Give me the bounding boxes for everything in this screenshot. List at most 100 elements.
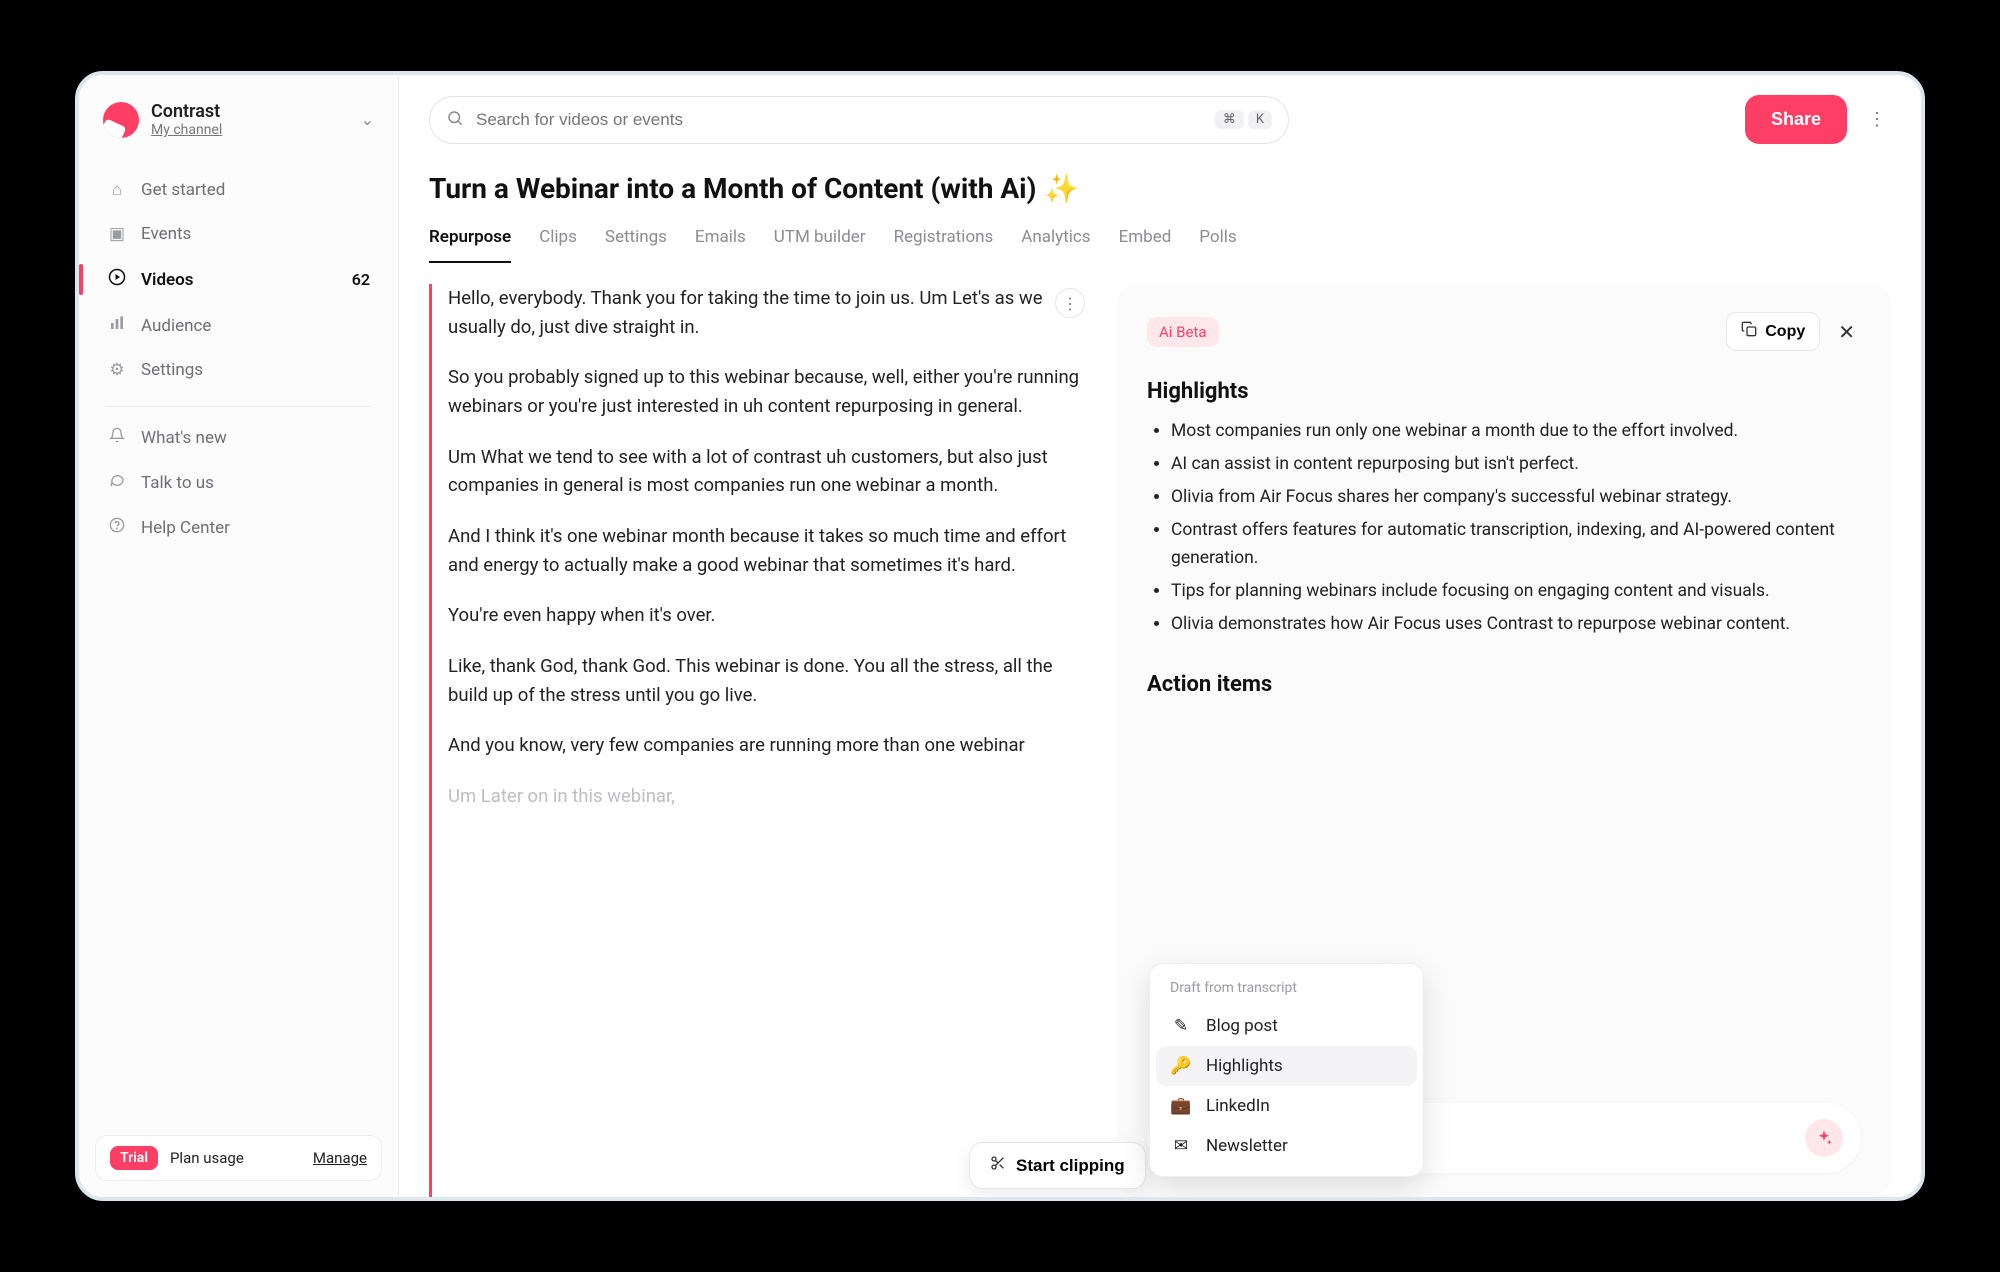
ai-submit-button[interactable] <box>1805 1119 1843 1157</box>
transcript-paragraph: Like, thank God, thank God. This webinar… <box>448 652 1089 709</box>
sidebar: Contrast My channel ⌄ ⌂ Get started ▣ Ev… <box>79 75 399 1197</box>
draft-menu: Draft from transcript ✎ Blog post 🔑 High… <box>1149 963 1424 1177</box>
draft-menu-header: Draft from transcript <box>1156 974 1417 1006</box>
sidebar-item-label: Help Center <box>141 518 230 538</box>
sidebar-item-label: Audience <box>141 316 211 336</box>
plan-footer: Trial Plan usage Manage <box>95 1135 382 1181</box>
more-menu-icon[interactable]: ⋮ <box>1863 109 1891 130</box>
share-button[interactable]: Share <box>1745 95 1847 144</box>
tab-utm-builder[interactable]: UTM builder <box>774 219 866 263</box>
app-window: Contrast My channel ⌄ ⌂ Get started ▣ Ev… <box>75 71 1925 1201</box>
sidebar-item-talk-to-us[interactable]: Talk to us <box>95 460 382 505</box>
highlight-item: Contrast offers features for automatic t… <box>1171 517 1861 571</box>
chart-icon <box>107 315 127 336</box>
sidebar-item-get-started[interactable]: ⌂ Get started <box>95 168 382 212</box>
sidebar-item-audience[interactable]: Audience <box>95 303 382 348</box>
highlight-item: AI can assist in content repurposing but… <box>1171 451 1861 478</box>
tab-analytics[interactable]: Analytics <box>1021 219 1090 263</box>
plan-usage-label[interactable]: Plan usage <box>170 1149 301 1167</box>
draft-menu-item-linkedin[interactable]: 💼 LinkedIn <box>1156 1086 1417 1126</box>
transcript-paragraph: And you know, very few companies are run… <box>448 731 1089 760</box>
kbd-cmd: ⌘ <box>1215 110 1244 129</box>
search-shortcut: ⌘ K <box>1215 110 1272 129</box>
tab-emails[interactable]: Emails <box>695 219 746 263</box>
draft-menu-label: Highlights <box>1206 1056 1283 1076</box>
pencil-icon: ✎ <box>1170 1016 1192 1036</box>
search-icon <box>446 109 464 131</box>
transcript-paragraph: Hello, everybody. Thank you for taking t… <box>448 284 1089 341</box>
sidebar-item-whats-new[interactable]: What's new <box>95 415 382 460</box>
envelope-icon: ✉ <box>1170 1136 1192 1156</box>
manage-link[interactable]: Manage <box>313 1149 367 1167</box>
kbd-k: K <box>1248 110 1272 129</box>
draft-menu-item-newsletter[interactable]: ✉ Newsletter <box>1156 1126 1417 1166</box>
key-icon: 🔑 <box>1170 1056 1192 1076</box>
start-clipping-label: Start clipping <box>1016 1156 1125 1176</box>
copy-button[interactable]: Copy <box>1726 312 1820 351</box>
video-count: 62 <box>352 270 370 289</box>
sidebar-item-label: Settings <box>141 360 203 380</box>
highlights-heading: Highlights <box>1147 379 1861 404</box>
main-content: ⌘ K Share ⋮ Turn a Webinar into a Month … <box>399 75 1921 1197</box>
draft-menu-item-blog-post[interactable]: ✎ Blog post <box>1156 1006 1417 1046</box>
help-icon <box>107 517 127 538</box>
search-bar[interactable]: ⌘ K <box>429 96 1289 144</box>
highlight-item: Tips for planning webinars include focus… <box>1171 578 1861 605</box>
sidebar-item-videos[interactable]: Videos 62 <box>95 256 382 303</box>
transcript-body[interactable]: Hello, everybody. Thank you for taking t… <box>429 284 1089 1197</box>
bell-icon <box>107 427 127 448</box>
start-clipping-button[interactable]: Start clipping <box>969 1142 1146 1189</box>
transcript-column: ⋮ Hello, everybody. Thank you for taking… <box>429 284 1089 1197</box>
tab-settings[interactable]: Settings <box>605 219 667 263</box>
copy-icon <box>1741 321 1757 342</box>
topbar: ⌘ K Share ⋮ <box>429 95 1891 144</box>
page-title-text: Turn a Webinar into a Month of Content (… <box>429 172 1036 205</box>
workspace-switcher[interactable]: Contrast My channel ⌄ <box>95 95 382 156</box>
sidebar-item-label: Talk to us <box>141 473 214 493</box>
highlight-item: Olivia from Air Focus shares her company… <box>1171 484 1861 511</box>
tab-repurpose[interactable]: Repurpose <box>429 219 511 263</box>
search-input[interactable] <box>476 110 1203 130</box>
sidebar-item-help-center[interactable]: Help Center <box>95 505 382 550</box>
draft-menu-item-highlights[interactable]: 🔑 Highlights <box>1156 1046 1417 1086</box>
trial-badge: Trial <box>110 1146 158 1170</box>
primary-nav: ⌂ Get started ▣ Events Videos 62 Audienc… <box>95 168 382 550</box>
transcript-paragraph: Um What we tend to see with a lot of con… <box>448 443 1089 500</box>
gear-icon: ⚙ <box>107 360 127 380</box>
sidebar-item-label: Videos <box>141 270 194 290</box>
home-icon: ⌂ <box>107 180 127 200</box>
highlight-item: Olivia demonstrates how Air Focus uses C… <box>1171 611 1861 638</box>
sidebar-item-events[interactable]: ▣ Events <box>95 212 382 256</box>
divider <box>105 406 372 407</box>
draft-menu-label: Newsletter <box>1206 1136 1288 1156</box>
transcript-paragraph: And I think it's one webinar month becau… <box>448 522 1089 579</box>
calendar-icon: ▣ <box>107 224 127 244</box>
page-title: Turn a Webinar into a Month of Content (… <box>429 172 1891 205</box>
tab-registrations[interactable]: Registrations <box>894 219 994 263</box>
brand-subtitle[interactable]: My channel <box>151 122 349 138</box>
sparkle-icon: ✨ <box>1044 172 1079 205</box>
transcript-paragraph: Um Later on in this webinar, <box>448 782 1089 811</box>
tab-embed[interactable]: Embed <box>1119 219 1172 263</box>
draft-menu-label: Blog post <box>1206 1016 1278 1036</box>
transcript-more-icon[interactable]: ⋮ <box>1055 288 1085 318</box>
brand-title: Contrast <box>151 101 349 122</box>
tab-polls[interactable]: Polls <box>1199 219 1236 263</box>
ai-beta-badge: Ai Beta <box>1147 317 1219 347</box>
sidebar-item-label: What's new <box>141 428 227 448</box>
copy-label: Copy <box>1765 323 1805 341</box>
chevron-down-icon[interactable]: ⌄ <box>361 110 374 129</box>
tab-bar: Repurpose Clips Settings Emails UTM buil… <box>429 219 1891 264</box>
sidebar-item-label: Get started <box>141 180 225 200</box>
sidebar-item-settings[interactable]: ⚙ Settings <box>95 348 382 392</box>
tab-clips[interactable]: Clips <box>539 219 577 263</box>
close-icon[interactable]: ✕ <box>1832 316 1861 348</box>
action-items-heading: Action items <box>1147 672 1861 697</box>
transcript-paragraph: You're even happy when it's over. <box>448 601 1089 630</box>
chat-icon <box>107 472 127 493</box>
draft-menu-label: LinkedIn <box>1206 1096 1270 1116</box>
highlights-list: Most companies run only one webinar a mo… <box>1147 418 1861 644</box>
highlight-item: Most companies run only one webinar a mo… <box>1171 418 1861 445</box>
ai-panel-header: Ai Beta Copy ✕ <box>1147 312 1861 351</box>
sidebar-item-label: Events <box>141 224 191 244</box>
